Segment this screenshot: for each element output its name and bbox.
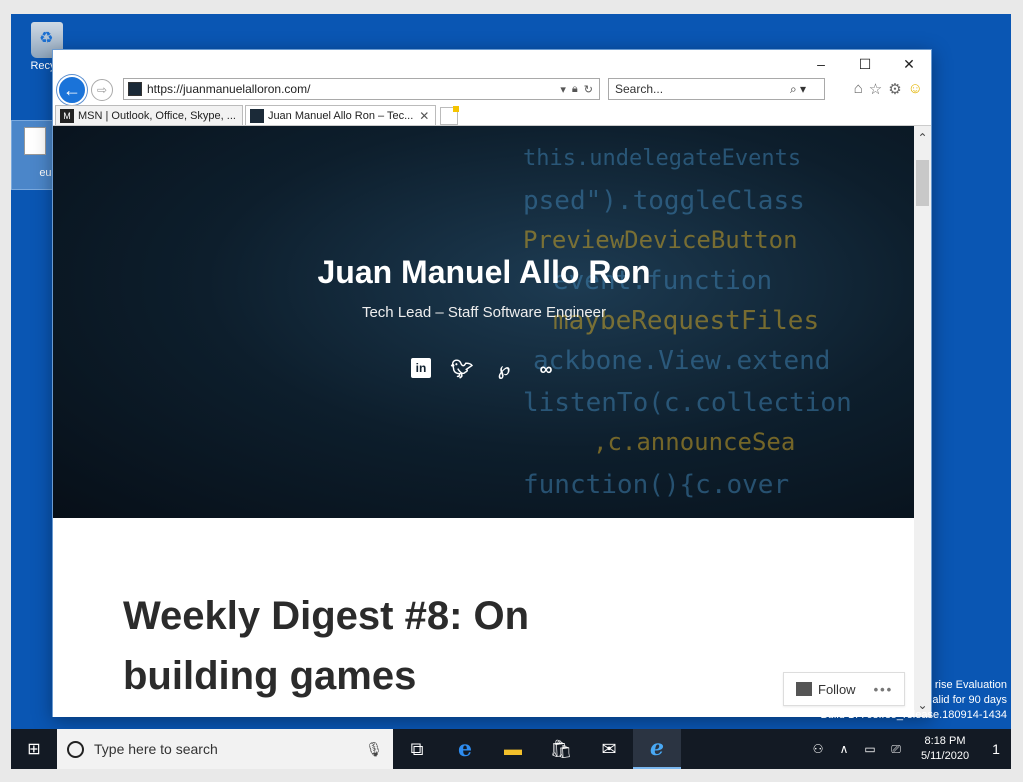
address-tools: ▾ 🔒︎ ↻ (560, 83, 599, 96)
windows-logo-icon: ⊞ (27, 741, 41, 758)
search-box[interactable]: Search... ⌕ ▾ (608, 78, 825, 100)
post-title-line1: Weekly Digest #8: On (123, 594, 530, 638)
tab-msn-label: MSN | Outlook, Office, Skype, ... (78, 109, 236, 122)
lock-icon[interactable]: 🔒︎ (572, 83, 578, 96)
site-favicon-icon (128, 82, 142, 96)
post-title-line2: building games (123, 654, 417, 698)
page-viewport: this.undelegateEvents psed").toggleClass… (53, 126, 915, 717)
taskbar-search-input[interactable]: Type here to search (94, 741, 365, 757)
refresh-icon[interactable]: ↻ (584, 83, 593, 96)
clock[interactable]: 8:18 PM 5/11/2020 (909, 734, 981, 764)
back-button[interactable]: ← (57, 75, 87, 105)
toolbar-icons: ⌂ ☆ ⚙ ☺ (854, 80, 923, 98)
navigation-bar: ← ⇨ https://juanmanuelalloron.com/ ▾ 🔒︎ … (53, 74, 931, 105)
code-line: function(){c.over (523, 470, 790, 500)
new-tab-button[interactable] (440, 106, 460, 125)
back-arrow-icon: ← (63, 79, 81, 100)
search-input[interactable]: Search... (615, 82, 790, 96)
notification-count: 1 (992, 741, 1000, 757)
msn-favicon-icon: M (60, 108, 74, 123)
edge-icon[interactable]: e (441, 729, 489, 769)
taskbar: ⊞ Type here to search 🎙︎ ⧉ e ▬ 🛍︎ ✉ e ⚇ … (11, 729, 1011, 769)
tab-close-icon[interactable]: ✕ (419, 109, 429, 123)
code-line: this.undelegateEvents (523, 146, 802, 171)
tab-juan-manuel-label: Juan Manuel Allo Ron – Tec... (267, 109, 414, 122)
people-icon[interactable]: ⚇ (805, 742, 831, 756)
clock-date: 5/11/2020 (920, 750, 970, 762)
file-explorer-icon[interactable]: ▬ (489, 729, 537, 769)
start-button[interactable]: ⊞ (11, 729, 57, 769)
scrollbar-thumb[interactable] (916, 160, 929, 206)
chevron-up-icon[interactable]: ∧ (831, 742, 857, 756)
hero-banner: this.undelegateEvents psed").toggleClass… (53, 126, 915, 518)
site-title[interactable]: Juan Manuel Allo Ron (53, 254, 915, 291)
cortana-icon (67, 740, 84, 758)
battery-icon[interactable]: ▭ (857, 742, 883, 756)
tab-juan-manuel[interactable]: Juan Manuel Allo Ron – Tec... ✕ (244, 105, 437, 125)
code-line: psed").toggleClass (523, 186, 805, 216)
watermark-line: Build 17763.rs5_release.180914-1434 (820, 709, 1007, 721)
site-subtitle: Tech Lead – Staff Software Engineer (361, 304, 607, 321)
address-bar[interactable]: https://juanmanuelalloron.com/ ▾ 🔒︎ ↻ (123, 78, 600, 100)
internet-explorer-icon[interactable]: e (633, 729, 681, 769)
code-line: PreviewDeviceButton (523, 226, 798, 254)
document-icon (24, 127, 46, 155)
task-view-icon[interactable]: ⧉ (393, 729, 441, 769)
address-url[interactable]: https://juanmanuelalloron.com/ (147, 82, 560, 96)
social-links: in 🐦︎ ℘ ∞ (53, 358, 915, 380)
link-icon[interactable]: ∞ (535, 358, 557, 380)
post-title[interactable]: Weekly Digest #8: On building games (123, 586, 643, 706)
settings-gear-icon[interactable]: ⚙ (888, 80, 901, 98)
scroll-up-icon[interactable]: ⌃ (914, 126, 931, 150)
desktop: Recycl eul – ☐ ✕ ← ⇨ https:/ (11, 14, 1011, 769)
clock-time: 8:18 PM (924, 735, 966, 747)
mail-icon[interactable]: ✉ (585, 729, 633, 769)
vertical-scrollbar[interactable]: ⌃ ⌄ (914, 126, 931, 717)
site-tab-favicon-icon (249, 108, 264, 123)
system-tray: ⚇ ∧ ▭ ⎚ 8:18 PM 5/11/2020 1 (805, 729, 1011, 769)
code-line: ,c.announceSea (593, 428, 796, 456)
tab-msn[interactable]: M MSN | Outlook, Office, Skype, ... (55, 105, 243, 125)
watermark-line: alid for 90 days (932, 694, 1007, 706)
windows-evaluation-watermark: rise Evaluation alid for 90 days Build 1… (820, 678, 1007, 723)
watermark-line: rise Evaluation (934, 679, 1007, 691)
tab-strip: M MSN | Outlook, Office, Skype, ... Juan… (53, 105, 931, 126)
twitter-icon[interactable]: 🐦︎ (451, 358, 474, 380)
feedback-smiley-icon[interactable]: ☺ (908, 80, 923, 98)
pinterest-icon[interactable]: ℘ (493, 358, 515, 380)
network-icon[interactable]: ⎚ (883, 742, 909, 757)
action-center-icon[interactable]: 1 (981, 741, 1011, 757)
microphone-icon[interactable]: 🎙︎ (365, 741, 383, 758)
search-icon[interactable]: ⌕ ▾ (790, 82, 824, 97)
vm-frame: Recycl eul – ☐ ✕ ← ⇨ https:/ (0, 0, 1023, 782)
forward-arrow-icon: ⇨ (96, 83, 108, 97)
store-icon[interactable]: 🛍︎ (537, 729, 585, 769)
taskbar-search[interactable]: Type here to search 🎙︎ (57, 729, 393, 769)
dropdown-icon[interactable]: ▾ (560, 83, 566, 96)
code-line: listenTo(c.collection (523, 388, 852, 418)
linkedin-icon[interactable]: in (411, 358, 431, 378)
favorites-star-icon[interactable]: ☆ (869, 80, 882, 98)
ie-window: – ☐ ✕ ← ⇨ https://juanmanuelalloron.com/… (52, 49, 932, 717)
follow-reader-icon (796, 682, 812, 696)
forward-button[interactable]: ⇨ (91, 79, 113, 101)
home-icon[interactable]: ⌂ (854, 80, 863, 98)
